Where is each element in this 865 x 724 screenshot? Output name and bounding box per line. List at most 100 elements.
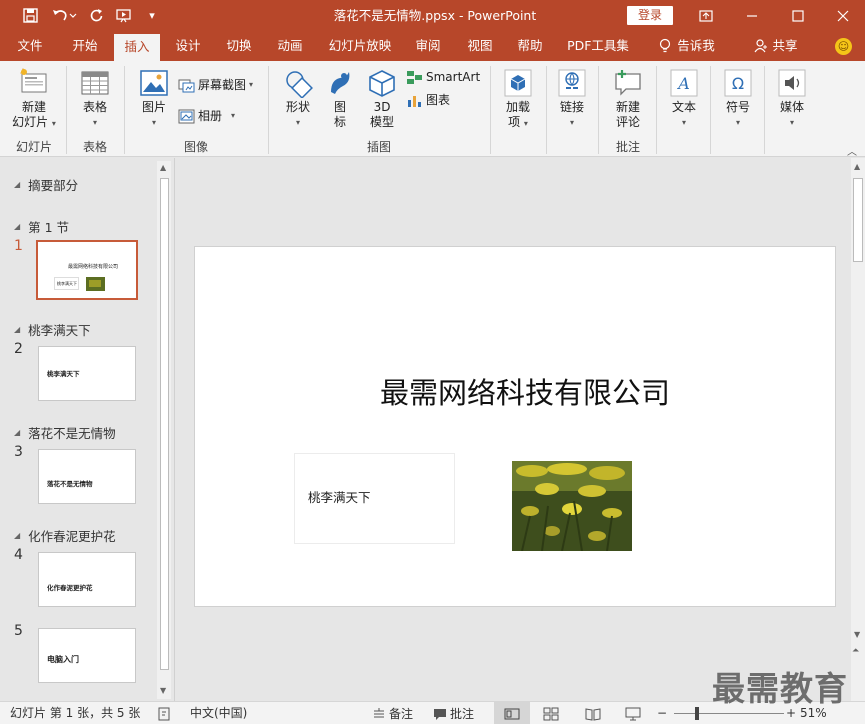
tab-pdf-tools[interactable]: PDF工具集 <box>560 31 636 61</box>
slideshow-view-icon <box>625 707 641 720</box>
current-slide[interactable] <box>194 246 836 607</box>
save-icon[interactable] <box>17 0 43 31</box>
watermark-text: 最需教育 <box>712 669 848 708</box>
smartart-button[interactable]: SmartArt <box>406 67 480 87</box>
scroll-down-icon[interactable]: ▼ <box>854 630 860 639</box>
slide-sorter-view-button[interactable] <box>543 702 559 724</box>
slide-thumbnail-5[interactable]: 电脑入门 <box>38 628 136 683</box>
zoom-slider-thumb[interactable] <box>695 707 699 720</box>
ribbon-display-options-icon[interactable] <box>683 0 729 31</box>
redo-icon[interactable] <box>83 0 109 31</box>
links-button[interactable]: 链接 ▾ <box>552 68 592 130</box>
scroll-down-icon[interactable]: ▼ <box>160 686 166 695</box>
login-button[interactable]: 登录 <box>627 6 673 25</box>
symbols-button[interactable]: Ω 符号 ▾ <box>718 68 758 130</box>
slide-thumbnail-2[interactable]: 桃李满天下 <box>38 346 136 401</box>
ribbon-separator <box>66 66 67 154</box>
section-header[interactable]: ◢ 桃李满天下 <box>14 320 91 339</box>
shapes-button[interactable]: 形状 ▾ <box>276 68 320 130</box>
window-title: 落花不是无情物.ppsx - PowerPoint <box>333 8 537 23</box>
ribbon-separator <box>268 66 269 154</box>
slide-number: 2 <box>14 341 23 357</box>
icons-button[interactable]: 图 标 <box>322 68 358 130</box>
slide-title[interactable]: 最需网络科技有限公司 <box>380 370 670 412</box>
thumb-text: 桃李满天下 <box>47 370 80 378</box>
text-button[interactable]: A 文本 ▾ <box>664 68 704 130</box>
tab-help[interactable]: 帮助 <box>508 31 552 61</box>
tab-file[interactable]: 文件 <box>10 31 50 61</box>
collapse-ribbon-icon[interactable]: ︿ <box>847 143 857 158</box>
zoom-out-button[interactable]: − <box>657 702 667 724</box>
section-name: 化作春泥更护花 <box>28 529 116 544</box>
screenshot-button[interactable]: 屏幕截图 ▾ <box>178 75 253 95</box>
tab-view[interactable]: 视图 <box>458 31 502 61</box>
new-slide-button[interactable]: 新建 幻灯片 ▾ <box>8 68 60 131</box>
tell-me[interactable]: 告诉我 <box>652 31 722 61</box>
scroll-up-icon[interactable]: ▲ <box>854 162 860 171</box>
undo-icon[interactable] <box>47 0 81 31</box>
close-icon[interactable] <box>820 0 865 31</box>
3d-models-label: 3D <box>373 100 391 114</box>
accessibility-icon[interactable] <box>158 702 172 724</box>
slide-thumbnail-3[interactable]: 落花不是无情物 <box>38 449 136 504</box>
notes-button[interactable]: 备注 <box>372 702 413 724</box>
icons-label-2: 标 <box>333 115 346 129</box>
tab-insert[interactable]: 插入 <box>114 34 160 61</box>
slide-thumbnail-1[interactable]: 最需网络科技有限公司 桃李满天下 <box>36 240 138 300</box>
text-box-icon: A <box>670 69 698 97</box>
slide-number: 3 <box>14 444 23 460</box>
section-header[interactable]: ◢ 化作春泥更护花 <box>14 526 116 545</box>
slide-thumbnail-4[interactable]: 化作春泥更护花 <box>38 552 136 607</box>
new-comment-button[interactable]: 新建 评论 <box>606 68 650 130</box>
language-status[interactable]: 中文(中国) <box>190 702 247 724</box>
slide-number: 5 <box>14 623 23 639</box>
slide-textbox[interactable]: 桃李满天下 <box>294 453 455 544</box>
media-button[interactable]: 媒体 ▾ <box>772 68 812 130</box>
title-bar: ▾ 落花不是无情物.ppsx - PowerPoint 登录 <box>0 0 865 31</box>
comments-button[interactable]: 批注 <box>433 702 474 724</box>
3d-models-button[interactable]: 3D 模型 <box>362 68 402 130</box>
notes-label: 备注 <box>389 706 414 721</box>
photo-album-button[interactable]: 相册 ▾ <box>178 106 235 126</box>
3d-models-label-2: 模型 <box>369 115 394 129</box>
maximize-icon[interactable] <box>775 0 821 31</box>
slideshow-start-icon[interactable] <box>111 0 137 31</box>
tab-design[interactable]: 设计 <box>166 31 210 61</box>
tab-review[interactable]: 审阅 <box>406 31 450 61</box>
table-icon <box>81 71 109 95</box>
normal-view-button[interactable] <box>494 702 530 724</box>
tab-animations[interactable]: 动画 <box>268 31 312 61</box>
chart-button[interactable]: 图表 <box>406 90 450 110</box>
slide-flower-image[interactable] <box>512 461 632 551</box>
slide-scroll-thumb[interactable] <box>853 178 863 262</box>
ribbon-separator <box>490 66 491 154</box>
picture-button[interactable]: 图片 ▾ <box>132 68 176 130</box>
section-name: 落花不是无情物 <box>28 426 116 441</box>
links-label: 链接 <box>559 100 584 114</box>
zoom-slider[interactable] <box>674 713 784 714</box>
ribbon-separator <box>124 66 125 154</box>
feedback-smile-icon[interactable]: ☺ <box>835 38 852 55</box>
customize-quick-access-icon[interactable]: ▾ <box>139 0 165 31</box>
reading-view-button[interactable] <box>585 702 601 724</box>
previous-slide-icon[interactable]: ⏶ <box>852 646 859 656</box>
thumbnail-scroll-thumb[interactable] <box>160 178 169 670</box>
section-header[interactable]: ◢ 落花不是无情物 <box>14 423 116 442</box>
tab-home[interactable]: 开始 <box>63 31 107 61</box>
share-button[interactable]: 共享 <box>750 31 802 61</box>
addins-label-2: 项 ▾ <box>508 115 528 129</box>
slideshow-view-button[interactable] <box>625 702 641 724</box>
table-button[interactable]: 表格 ▾ <box>72 68 118 130</box>
section-header[interactable]: ◢ 摘要部分 <box>14 175 78 194</box>
new-slide-label: 新建 <box>21 100 46 114</box>
tab-slideshow[interactable]: 幻灯片放映 <box>320 31 400 61</box>
thumb-text: 落花不是无情物 <box>47 480 93 488</box>
collapse-triangle-icon: ◢ <box>14 180 21 189</box>
scroll-up-icon[interactable]: ▲ <box>160 163 166 172</box>
addins-button[interactable]: 加载 项 ▾ <box>498 68 538 131</box>
minimize-icon[interactable] <box>729 0 775 31</box>
section-header[interactable]: ◢ 第 1 节 <box>14 217 69 236</box>
omega-icon: Ω <box>724 69 752 97</box>
tab-transitions[interactable]: 切换 <box>217 31 261 61</box>
media-dropdown-icon: ▾ <box>789 118 794 127</box>
